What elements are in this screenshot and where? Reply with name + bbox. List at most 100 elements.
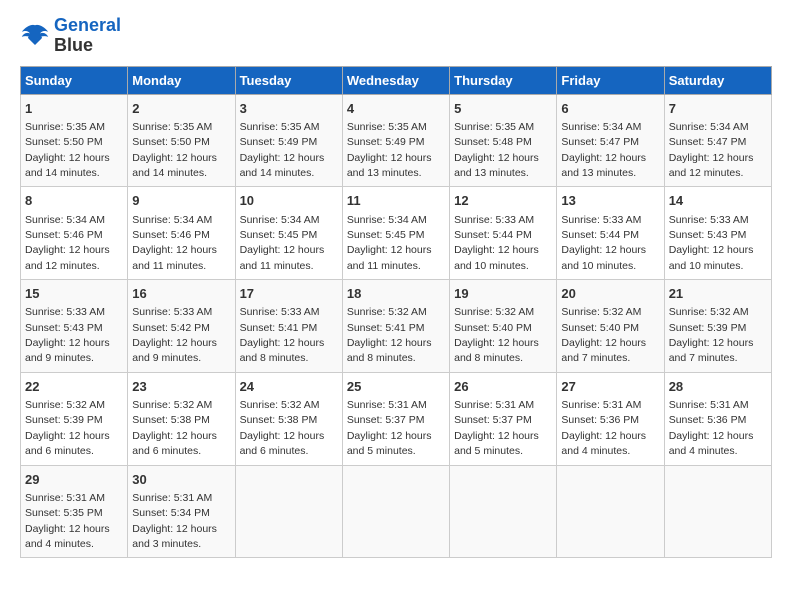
- day-number: 12: [454, 192, 552, 210]
- sunset-info: Sunset: 5:37 PM: [454, 414, 532, 426]
- sunrise-info: Sunrise: 5:34 AM: [25, 214, 105, 226]
- sunset-info: Sunset: 5:38 PM: [240, 414, 318, 426]
- sunrise-info: Sunrise: 5:32 AM: [347, 306, 427, 318]
- daylight-info: Daylight: 12 hours and 7 minutes.: [561, 337, 646, 364]
- daylight-info: Daylight: 12 hours and 8 minutes.: [240, 337, 325, 364]
- daylight-info: Daylight: 12 hours and 10 minutes.: [669, 244, 754, 271]
- sunrise-info: Sunrise: 5:31 AM: [25, 492, 105, 504]
- logo-icon: [20, 22, 50, 50]
- daylight-info: Daylight: 12 hours and 3 minutes.: [132, 523, 217, 550]
- daylight-info: Daylight: 12 hours and 10 minutes.: [561, 244, 646, 271]
- day-number: 24: [240, 378, 338, 396]
- daylight-info: Daylight: 12 hours and 11 minutes.: [347, 244, 432, 271]
- daylight-info: Daylight: 12 hours and 8 minutes.: [347, 337, 432, 364]
- weekday-header-monday: Monday: [128, 66, 235, 94]
- calendar-cell: 25Sunrise: 5:31 AMSunset: 5:37 PMDayligh…: [342, 372, 449, 465]
- day-number: 17: [240, 285, 338, 303]
- day-number: 4: [347, 100, 445, 118]
- sunset-info: Sunset: 5:42 PM: [132, 322, 210, 334]
- calendar-cell: 5Sunrise: 5:35 AMSunset: 5:48 PMDaylight…: [450, 94, 557, 187]
- day-number: 2: [132, 100, 230, 118]
- sunset-info: Sunset: 5:45 PM: [347, 229, 425, 241]
- weekday-header-tuesday: Tuesday: [235, 66, 342, 94]
- calendar-week-1: 1Sunrise: 5:35 AMSunset: 5:50 PMDaylight…: [21, 94, 772, 187]
- calendar-cell: 22Sunrise: 5:32 AMSunset: 5:39 PMDayligh…: [21, 372, 128, 465]
- day-number: 19: [454, 285, 552, 303]
- calendar-cell: 20Sunrise: 5:32 AMSunset: 5:40 PMDayligh…: [557, 280, 664, 373]
- sunset-info: Sunset: 5:37 PM: [347, 414, 425, 426]
- sunrise-info: Sunrise: 5:31 AM: [669, 399, 749, 411]
- calendar-week-4: 22Sunrise: 5:32 AMSunset: 5:39 PMDayligh…: [21, 372, 772, 465]
- sunset-info: Sunset: 5:36 PM: [669, 414, 747, 426]
- calendar-cell: 12Sunrise: 5:33 AMSunset: 5:44 PMDayligh…: [450, 187, 557, 280]
- sunset-info: Sunset: 5:35 PM: [25, 507, 103, 519]
- day-number: 29: [25, 471, 123, 489]
- calendar-cell: 9Sunrise: 5:34 AMSunset: 5:46 PMDaylight…: [128, 187, 235, 280]
- day-number: 27: [561, 378, 659, 396]
- calendar-cell: 3Sunrise: 5:35 AMSunset: 5:49 PMDaylight…: [235, 94, 342, 187]
- daylight-info: Daylight: 12 hours and 9 minutes.: [25, 337, 110, 364]
- daylight-info: Daylight: 12 hours and 11 minutes.: [132, 244, 217, 271]
- sunset-info: Sunset: 5:50 PM: [132, 136, 210, 148]
- daylight-info: Daylight: 12 hours and 14 minutes.: [240, 152, 325, 179]
- daylight-info: Daylight: 12 hours and 6 minutes.: [132, 430, 217, 457]
- sunrise-info: Sunrise: 5:33 AM: [132, 306, 212, 318]
- day-number: 13: [561, 192, 659, 210]
- sunset-info: Sunset: 5:50 PM: [25, 136, 103, 148]
- sunrise-info: Sunrise: 5:34 AM: [561, 121, 641, 133]
- weekday-header-thursday: Thursday: [450, 66, 557, 94]
- day-number: 15: [25, 285, 123, 303]
- calendar-cell: 8Sunrise: 5:34 AMSunset: 5:46 PMDaylight…: [21, 187, 128, 280]
- sunrise-info: Sunrise: 5:32 AM: [669, 306, 749, 318]
- daylight-info: Daylight: 12 hours and 5 minutes.: [454, 430, 539, 457]
- day-number: 5: [454, 100, 552, 118]
- day-number: 7: [669, 100, 767, 118]
- calendar-cell: [664, 465, 771, 558]
- calendar-cell: [557, 465, 664, 558]
- daylight-info: Daylight: 12 hours and 14 minutes.: [25, 152, 110, 179]
- daylight-info: Daylight: 12 hours and 4 minutes.: [561, 430, 646, 457]
- day-number: 28: [669, 378, 767, 396]
- calendar-cell: 29 Sunrise: 5:31 AM Sunset: 5:35 PM Dayligh…: [21, 465, 128, 558]
- sunrise-info: Sunrise: 5:34 AM: [240, 214, 320, 226]
- sunset-info: Sunset: 5:38 PM: [132, 414, 210, 426]
- day-number: 9: [132, 192, 230, 210]
- sunrise-info: Sunrise: 5:33 AM: [454, 214, 534, 226]
- daylight-info: Daylight: 12 hours and 14 minutes.: [132, 152, 217, 179]
- sunrise-info: Sunrise: 5:35 AM: [454, 121, 534, 133]
- calendar-cell: 18 Sunrise: 5:32 AM Sunset: 5:41 PM Dayligh…: [342, 280, 449, 373]
- sunset-info: Sunset: 5:43 PM: [669, 229, 747, 241]
- logo: General Blue: [20, 16, 121, 56]
- sunset-info: Sunset: 5:41 PM: [347, 322, 425, 334]
- sunrise-info: Sunrise: 5:33 AM: [561, 214, 641, 226]
- sunset-info: Sunset: 5:44 PM: [454, 229, 532, 241]
- sunset-info: Sunset: 5:36 PM: [561, 414, 639, 426]
- sunset-info: Sunset: 5:48 PM: [454, 136, 532, 148]
- sunrise-info: Sunrise: 5:35 AM: [240, 121, 320, 133]
- daylight-info: Daylight: 12 hours and 4 minutes.: [25, 523, 110, 550]
- day-number: 25: [347, 378, 445, 396]
- day-number: 10: [240, 192, 338, 210]
- calendar-cell: 10Sunrise: 5:34 AMSunset: 5:45 PMDayligh…: [235, 187, 342, 280]
- sunset-info: Sunset: 5:34 PM: [132, 507, 210, 519]
- sunrise-info: Sunrise: 5:32 AM: [240, 399, 320, 411]
- sunrise-info: Sunrise: 5:32 AM: [25, 399, 105, 411]
- calendar-week-2: 8Sunrise: 5:34 AMSunset: 5:46 PMDaylight…: [21, 187, 772, 280]
- daylight-info: Daylight: 12 hours and 13 minutes.: [347, 152, 432, 179]
- calendar-cell: 19Sunrise: 5:32 AMSunset: 5:40 PMDayligh…: [450, 280, 557, 373]
- calendar-cell: [235, 465, 342, 558]
- sunrise-info: Sunrise: 5:32 AM: [132, 399, 212, 411]
- sunset-info: Sunset: 5:49 PM: [347, 136, 425, 148]
- daylight-info: Daylight: 12 hours and 8 minutes.: [454, 337, 539, 364]
- sunrise-info: Sunrise: 5:31 AM: [454, 399, 534, 411]
- page-header: General Blue: [20, 16, 772, 56]
- calendar-cell: 13Sunrise: 5:33 AMSunset: 5:44 PMDayligh…: [557, 187, 664, 280]
- calendar-cell: 2Sunrise: 5:35 AMSunset: 5:50 PMDaylight…: [128, 94, 235, 187]
- calendar-cell: 15Sunrise: 5:33 AMSunset: 5:43 PMDayligh…: [21, 280, 128, 373]
- daylight-info: Daylight: 12 hours and 12 minutes.: [669, 152, 754, 179]
- day-number: 18: [347, 285, 445, 303]
- day-number: 23: [132, 378, 230, 396]
- daylight-info: Daylight: 12 hours and 6 minutes.: [25, 430, 110, 457]
- calendar-cell: 16Sunrise: 5:33 AMSunset: 5:42 PMDayligh…: [128, 280, 235, 373]
- calendar-cell: 4Sunrise: 5:35 AMSunset: 5:49 PMDaylight…: [342, 94, 449, 187]
